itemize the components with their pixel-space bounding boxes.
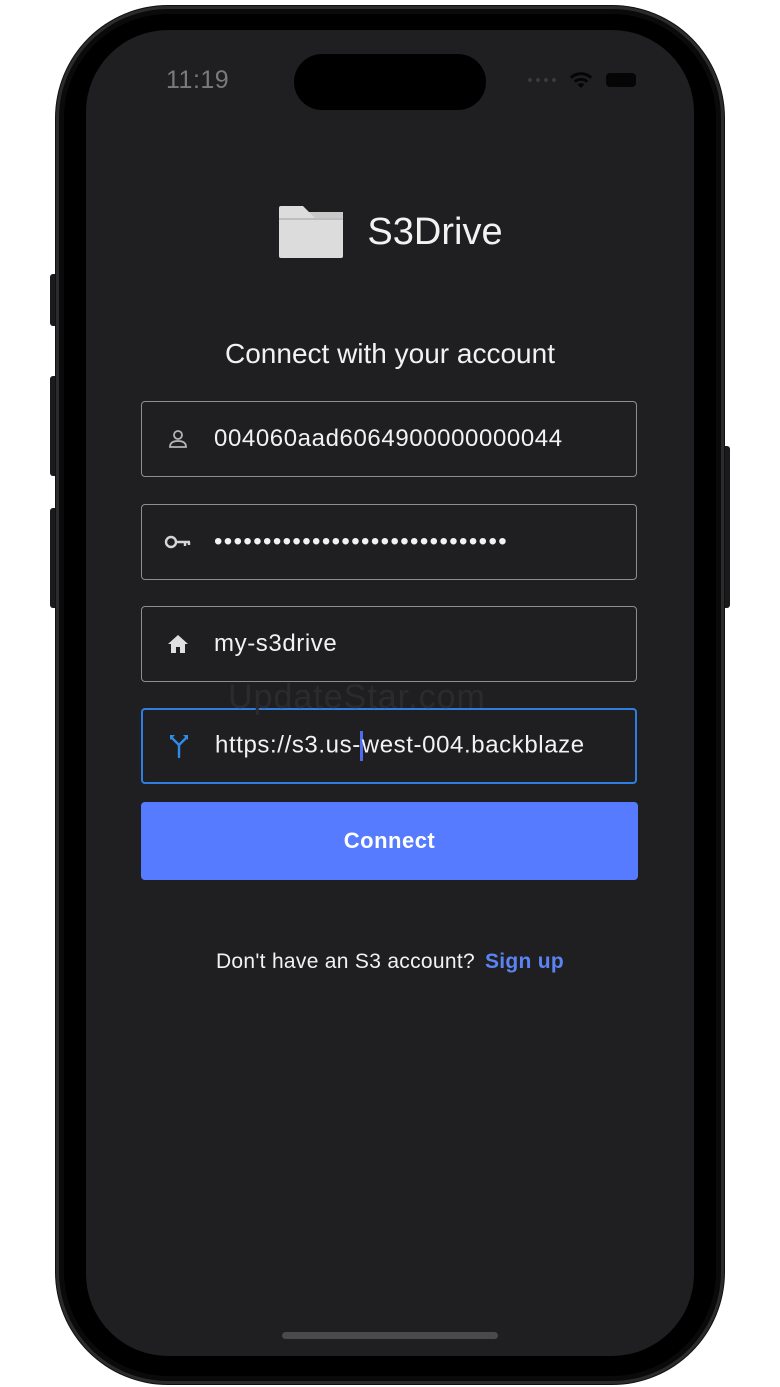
access-key-field[interactable]: 004060aad6064900000000044 bbox=[141, 401, 637, 477]
home-icon bbox=[168, 635, 188, 653]
app-screen: 11:19 S3Drive Connect with your account bbox=[86, 30, 694, 1356]
battery-icon bbox=[606, 73, 636, 87]
page-heading: Connect with your account bbox=[225, 338, 555, 369]
key-icon bbox=[164, 535, 191, 549]
status-icons bbox=[528, 70, 636, 90]
secret-key-field[interactable]: •••••••••••••••••••••••••••••• bbox=[141, 504, 637, 580]
endpoint-text-before-caret: https://s3.us- bbox=[215, 731, 361, 759]
cellular-signal-icon bbox=[528, 78, 556, 82]
bucket-name-field[interactable]: my-s3drive bbox=[141, 606, 637, 682]
dynamic-island bbox=[294, 54, 486, 110]
watermark-text: UpdateStar.com bbox=[228, 678, 486, 716]
person-icon bbox=[169, 430, 187, 448]
connect-button[interactable]: Connect bbox=[141, 802, 638, 880]
app-header: S3Drive bbox=[86, 204, 694, 260]
wifi-icon bbox=[569, 72, 593, 88]
fork-icon bbox=[170, 735, 188, 759]
endpoint-text-after-caret: west-004.backblaze bbox=[361, 731, 585, 759]
endpoint-field[interactable]: https://s3.us-west-004.backblaze bbox=[141, 708, 637, 784]
secret-key-value[interactable]: •••••••••••••••••••••••••••••• bbox=[214, 528, 604, 556]
bucket-name-value[interactable]: my-s3drive bbox=[214, 630, 604, 658]
signup-link[interactable]: Sign up bbox=[485, 950, 564, 973]
access-key-value[interactable]: 004060aad6064900000000044 bbox=[214, 425, 604, 453]
signup-prompt: Don't have an S3 account? bbox=[215, 950, 475, 973]
endpoint-value[interactable]: https://s3.us-west-004.backblaze bbox=[215, 731, 605, 761]
folder-icon bbox=[279, 206, 344, 258]
app-title: S3Drive bbox=[367, 210, 503, 253]
status-time: 11:19 bbox=[166, 66, 230, 94]
home-indicator[interactable] bbox=[282, 1332, 498, 1339]
signup-row: Don't have an S3 account? Sign up bbox=[86, 950, 694, 974]
device-mockup: 11:19 S3Drive Connect with your account bbox=[0, 0, 780, 1387]
